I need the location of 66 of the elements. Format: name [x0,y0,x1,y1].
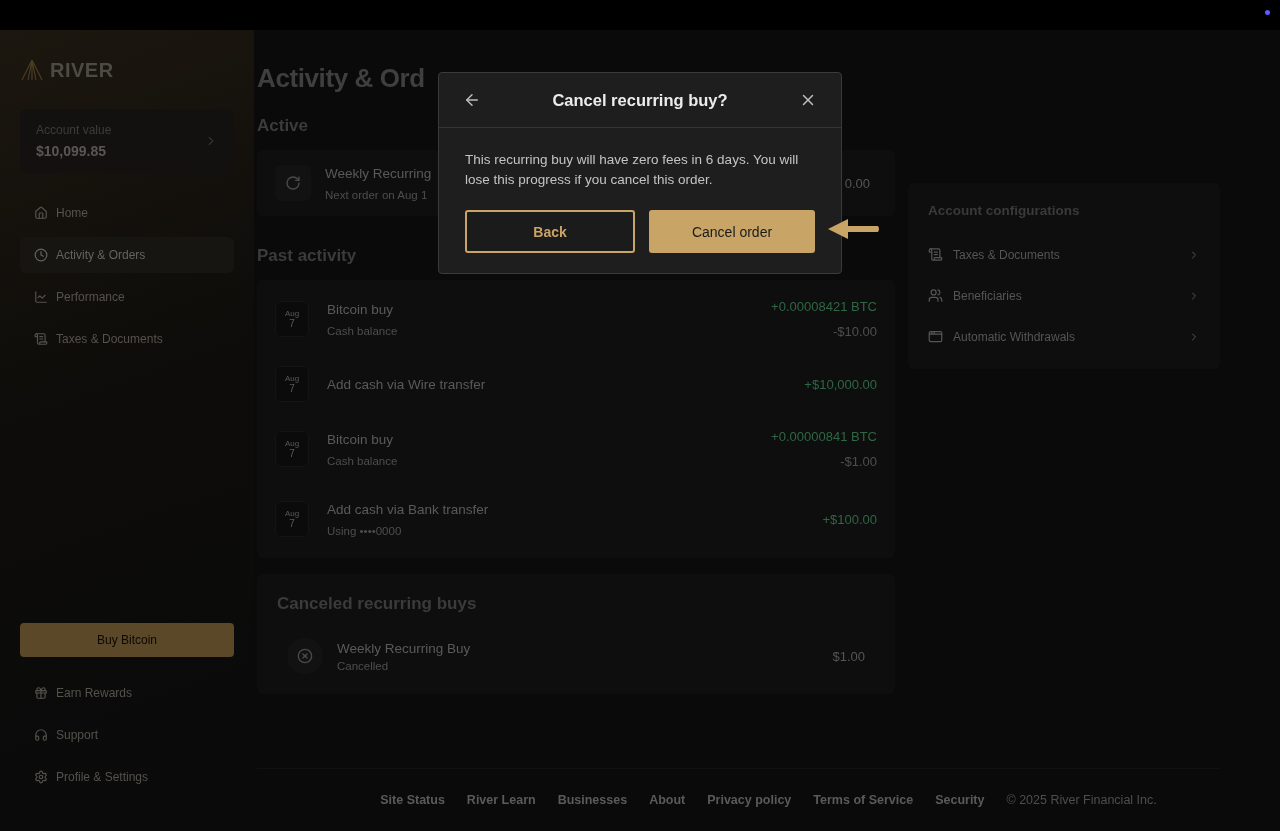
activity-amount: +$100.00 [822,511,877,527]
buy-bitcoin-button[interactable]: Buy Bitcoin [20,623,234,657]
date-tile: Aug 7 [275,301,309,337]
indicator-dot [1265,10,1270,15]
footer-link[interactable]: Security [935,793,985,807]
logo-icon [20,58,44,82]
back-arrow-icon[interactable] [463,91,481,109]
order-status: Cancelled [337,659,389,672]
copyright-text: © 2025 River Financial Inc. [1006,793,1157,807]
config-item[interactable]: Taxes & Documents [928,234,1200,275]
order-title: Weekly Recurring [325,165,432,181]
order-title: Weekly Recurring Buy [337,640,471,656]
people-icon [928,288,943,303]
activity-subtitle: Using ••••0000 [327,524,402,537]
activity-subtitle: Cash balance [327,324,398,337]
activity-amount: +$10,000.00 [804,376,877,392]
footer-link[interactable]: River Learn [466,793,536,807]
nav-item[interactable]: Taxes & Documents [20,321,234,357]
footer-link[interactable]: Site Status [380,793,445,807]
config-label: Beneficiaries [953,288,1023,303]
chart-icon [34,290,48,304]
nav-item[interactable]: Support [20,717,234,753]
recurring-icon [275,165,311,201]
nav-item[interactable]: Performance [20,279,234,315]
document-icon [34,332,48,346]
order-subtitle: Next order on Aug 1 [325,188,428,201]
settings-icon [34,770,48,784]
date-tile: Aug 7 [275,431,309,467]
window-icon [928,329,943,344]
order-amount: $1.00 [832,648,865,664]
activity-title: Add cash via Wire transfer [327,376,486,392]
activity-title: Add cash via Bank transfer [327,501,489,517]
cancel-circle-icon [287,638,323,674]
config-label: Automatic Withdrawals [953,329,1077,344]
gift-icon [34,686,48,700]
footer-link[interactable]: Privacy policy [707,793,792,807]
activity-amount: -$10.00 [832,324,877,339]
activity-title: Bitcoin buy [327,301,394,317]
config-item[interactable]: Automatic Withdrawals [928,316,1200,357]
nav-item[interactable]: Profile & Settings [20,759,234,795]
dialog-message: This recurring buy will have zero fees in 6 days. You will lose this progress if you cancel this order. [465,151,800,189]
activity-subtitle: Cash balance [327,454,398,467]
activity-amount: +0.00008421 BTC [771,299,877,314]
activity-amount: -$1.00 [840,454,877,469]
cancel-order-button[interactable]: Cancel order [649,210,815,253]
config-label: Taxes & Documents [953,247,1061,262]
footer-link[interactable]: About [649,793,686,807]
headset-icon [34,728,48,742]
footer-link[interactable]: Terms of Service [813,793,914,807]
activity-amount: +0.00000841 BTC [771,429,877,444]
nav-item[interactable]: Home [20,195,234,231]
home-icon [34,206,48,220]
nav-item[interactable]: Activity & Orders [20,237,234,273]
order-amount: 0.00 [844,175,870,191]
clock-icon [34,248,48,262]
dialog-title: Cancel recurring buy? [552,90,728,110]
account-value: $10,099.85 [36,143,108,159]
back-button[interactable]: Back [465,210,635,253]
document-icon [928,247,943,262]
pointer-arrow-icon [826,217,880,241]
nav-item[interactable]: Earn Rewards [20,675,234,711]
config-item[interactable]: Beneficiaries [928,275,1200,316]
footer-link[interactable]: Businesses [557,793,628,807]
date-tile: Aug 7 [275,366,309,402]
date-tile: Aug 7 [275,501,309,537]
activity-title: Bitcoin buy [327,431,394,447]
